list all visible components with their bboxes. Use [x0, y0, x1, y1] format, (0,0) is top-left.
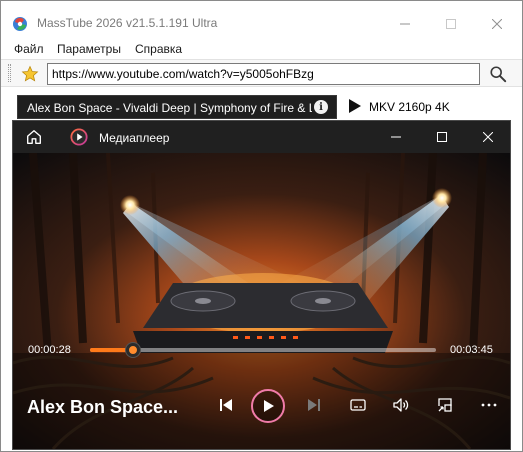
video-tab-title: Alex Bon Space - Vivaldi Deep | Symphony…	[27, 101, 312, 115]
video-tab[interactable]: Alex Bon Space - Vivaldi Deep | Symphony…	[17, 95, 337, 119]
minimize-icon	[400, 23, 410, 25]
close-button[interactable]	[474, 9, 520, 39]
player-minimize-button[interactable]	[373, 121, 419, 153]
subtitles-button[interactable]	[342, 389, 374, 421]
close-icon	[483, 132, 493, 142]
app-title: MassTube 2026 v21.5.1.191 Ultra	[37, 16, 218, 30]
volume-button[interactable]	[385, 389, 417, 421]
seek-thumb[interactable]	[125, 343, 140, 357]
url-input[interactable]	[47, 63, 480, 85]
total-time: 00:03:45	[450, 344, 493, 356]
toolbar-grip[interactable]	[8, 64, 11, 82]
minimize-icon	[391, 136, 401, 138]
format-label[interactable]: MKV 2160p 4K	[369, 100, 450, 114]
masstube-logo-icon	[13, 17, 27, 31]
next-icon	[308, 399, 320, 411]
maximize-icon	[446, 19, 456, 29]
player-maximize-button[interactable]	[419, 121, 465, 153]
minimize-button[interactable]	[382, 9, 428, 39]
title-bar: MassTube 2026 v21.5.1.191 Ultra	[1, 1, 522, 39]
volume-icon	[393, 398, 409, 412]
play-button[interactable]	[251, 389, 285, 423]
player-close-button[interactable]	[465, 121, 510, 153]
now-playing-title: Alex Bon Space...	[27, 397, 179, 417]
subtitles-icon	[350, 399, 366, 411]
player-title-bar: Медиаплеер	[13, 121, 510, 153]
mini-player-icon	[438, 398, 452, 412]
play-icon	[264, 400, 274, 412]
current-time: 00:00:28	[28, 344, 71, 356]
next-button[interactable]	[298, 389, 330, 421]
close-icon	[492, 19, 502, 29]
menu-bar: Файл Параметры Справка	[1, 39, 522, 59]
format-play-icon[interactable]	[349, 99, 361, 113]
menu-help[interactable]: Справка	[135, 42, 182, 56]
info-icon[interactable]: i	[314, 100, 328, 114]
more-icon	[481, 403, 497, 407]
favorite-button[interactable]	[19, 63, 41, 85]
more-options-button[interactable]	[473, 389, 505, 421]
menu-settings[interactable]: Параметры	[57, 42, 121, 56]
home-icon[interactable]	[25, 128, 43, 146]
previous-button[interactable]	[210, 389, 242, 421]
maximize-icon	[437, 132, 447, 142]
search-icon	[490, 66, 507, 83]
seek-bar[interactable]	[90, 343, 436, 357]
mini-player-button[interactable]	[429, 389, 461, 421]
media-player-logo-icon	[70, 128, 88, 146]
maximize-button[interactable]	[428, 9, 474, 39]
search-button[interactable]	[485, 63, 511, 85]
previous-icon	[220, 399, 232, 411]
player-title: Медиаплеер	[99, 131, 170, 145]
star-icon	[21, 65, 39, 82]
url-toolbar	[1, 59, 522, 87]
media-player-window: Медиаплеер 00:00:28 00:03:45 Alex Bon Sp…	[12, 120, 511, 450]
menu-file[interactable]: Файл	[14, 42, 44, 56]
